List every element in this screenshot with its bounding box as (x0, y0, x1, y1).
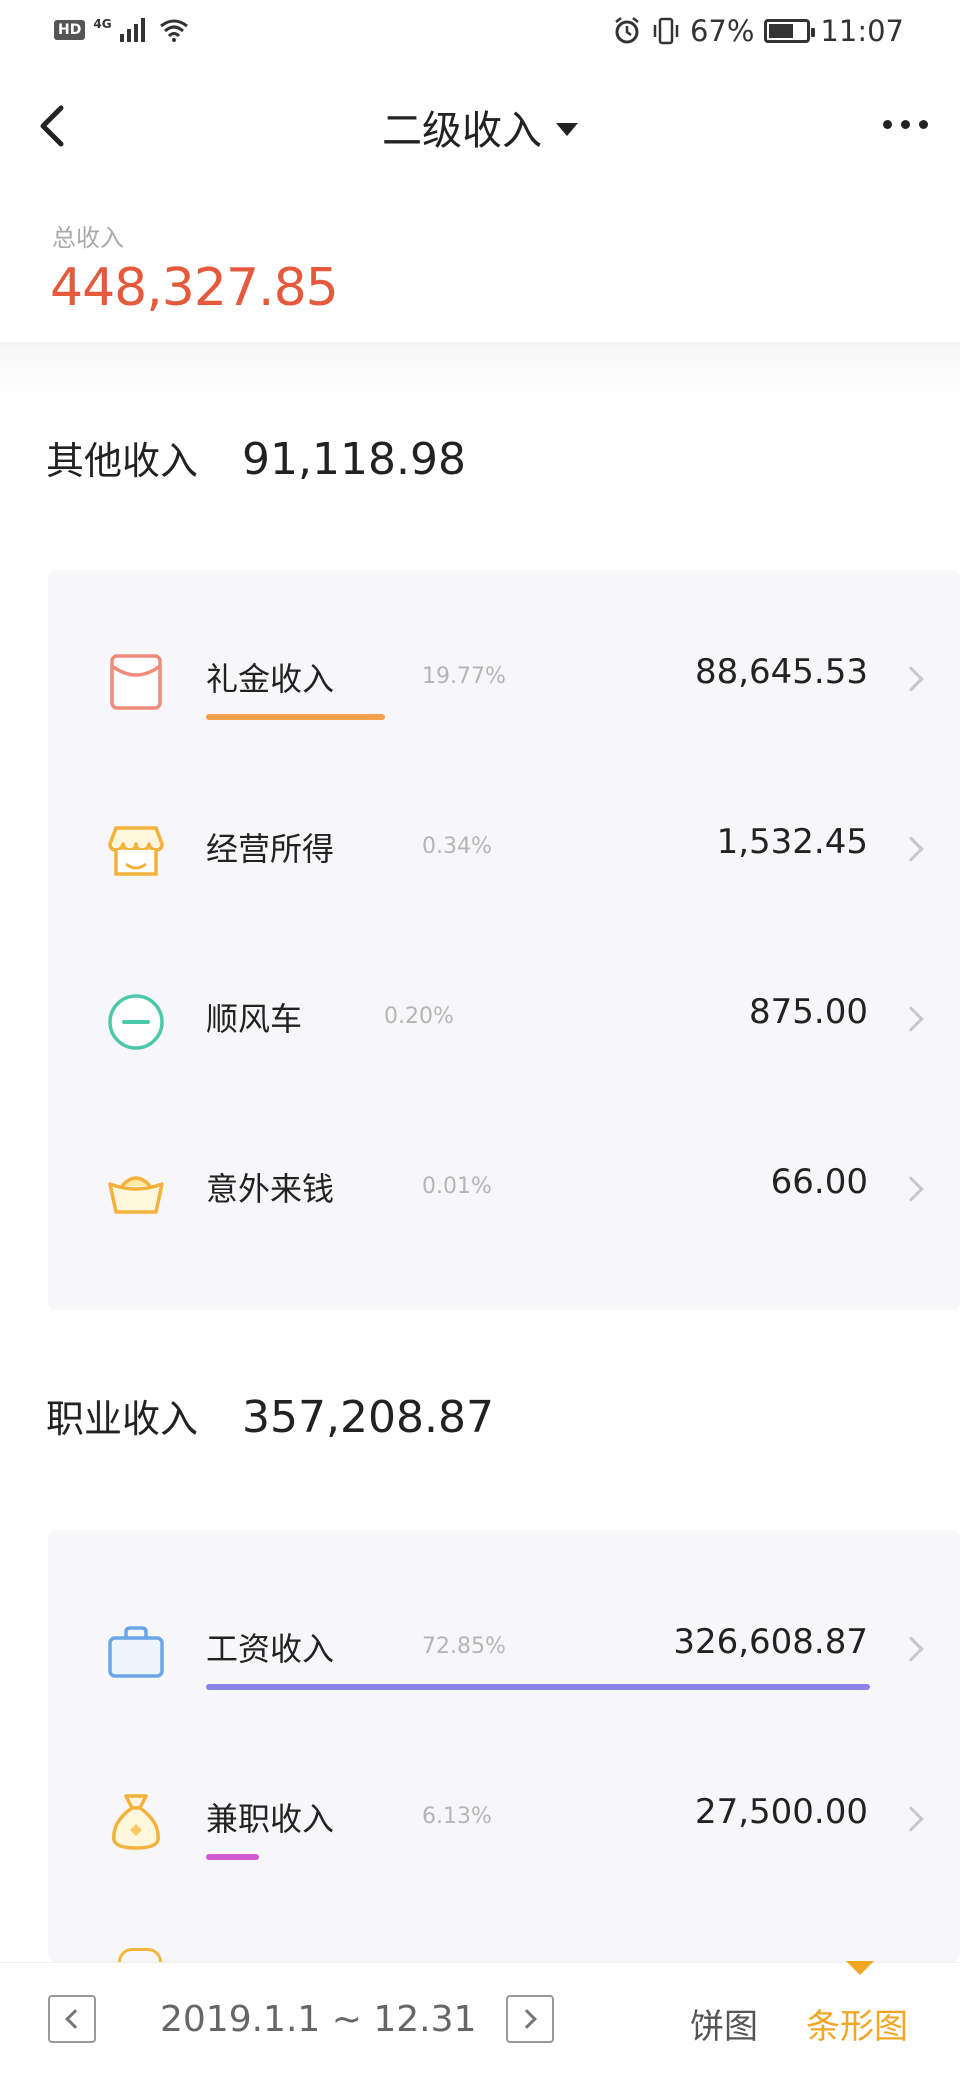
battery-percent: 67% (689, 14, 755, 48)
prev-period-button[interactable] (48, 1995, 96, 2043)
battery-icon (764, 19, 816, 43)
wifi-icon (159, 19, 188, 42)
title-dropdown[interactable]: 二级收入 (0, 98, 960, 156)
item-progress-bar (206, 1684, 870, 1690)
total-label: 总收入 (52, 224, 124, 252)
status-left: HD 4G (54, 17, 189, 42)
item-percent: 19.77% (422, 664, 506, 689)
list-item[interactable]: 意外来钱 0.01% 66.00 (48, 1140, 960, 1250)
list-item[interactable]: 工资收入 72.85% 326,608.87 (48, 1600, 960, 1710)
group-name: 职业收入 (46, 1397, 199, 1441)
dot-icon (883, 120, 892, 129)
category-card-career: 工资收入 72.85% 326,608.87 兼职收入 6.13% 27,500… (48, 1530, 960, 1962)
status-right: 67% 11:07 (612, 14, 904, 48)
item-percent: 0.20% (384, 1004, 454, 1029)
car-sharing-icon (108, 994, 164, 1050)
hd-badge: HD (54, 20, 86, 40)
money-bag-icon (112, 1794, 160, 1850)
item-name: 礼金收入 (206, 660, 335, 698)
date-range[interactable]: 2019.1.1 ~ 12.31 (160, 1999, 476, 2040)
item-name: 兼职收入 (206, 1800, 335, 1838)
item-name: 意外来钱 (206, 1170, 335, 1208)
network-type: 4G (93, 17, 112, 31)
active-tab-indicator (846, 1961, 874, 1975)
status-bar: HD 4G 67% 11:07 (0, 0, 960, 66)
pie-chart-tab[interactable]: 饼图 (690, 1999, 758, 2048)
item-percent: 72.85% (422, 1634, 506, 1659)
vibrate-icon (653, 17, 679, 45)
bottom-toolbar: 2019.1.1 ~ 12.31 饼图 条形图 (0, 1961, 960, 2080)
total-value: 448,327.85 (50, 258, 339, 318)
chevron-right-icon (898, 1176, 924, 1202)
dot-icon (919, 120, 928, 129)
group-name: 其他收入 (46, 439, 199, 483)
item-progress-bar (206, 1854, 260, 1860)
chevron-right-icon (517, 2009, 537, 2029)
group-total: 357,208.87 (242, 1392, 494, 1443)
item-percent: 0.34% (422, 834, 492, 859)
chevron-right-icon (898, 1636, 924, 1662)
chevron-right-icon (898, 1806, 924, 1832)
item-amount: 326,608.87 (673, 1622, 868, 1662)
shop-icon (108, 826, 164, 876)
next-period-button[interactable] (506, 1995, 554, 2043)
chevron-right-icon (898, 1006, 924, 1032)
item-amount: 88,645.53 (694, 652, 868, 692)
list-item[interactable]: 顺风车 0.20% 875.00 (48, 970, 960, 1080)
item-amount: 27,500.00 (694, 1792, 868, 1832)
item-amount: 66.00 (770, 1162, 868, 1202)
item-progress-bar (206, 714, 386, 720)
top-nav: 二级收入 (0, 70, 960, 185)
item-name: 经营所得 (206, 830, 335, 868)
group-header-other: 其他收入 91,118.98 (46, 430, 466, 485)
caret-down-icon (556, 122, 578, 136)
item-percent: 6.13% (422, 1804, 492, 1829)
bar-chart-tab[interactable]: 条形图 (806, 1999, 908, 2048)
item-name: 顺风车 (206, 1000, 303, 1038)
item-amount: 875.00 (749, 992, 868, 1032)
category-card-other: 礼金收入 19.77% 88,645.53 经营所得 0.34% 1,532.4… (48, 570, 960, 1310)
wallet-bag-icon (108, 1626, 164, 1678)
list-item[interactable]: 经营所得 0.34% 1,532.45 (48, 800, 960, 910)
item-amount: 1,532.45 (716, 822, 868, 862)
chevron-right-icon (898, 666, 924, 692)
battery-level (769, 24, 794, 38)
list-item[interactable]: 礼金收入 19.77% 88,645.53 (48, 630, 960, 740)
list-item[interactable]: 兼职收入 6.13% 27,500.00 (48, 1770, 960, 1880)
red-envelope-icon (110, 654, 162, 710)
clock: 11:07 (820, 14, 904, 48)
chevron-left-icon (65, 2009, 85, 2029)
alarm-icon (615, 17, 639, 44)
signal-icon (119, 18, 145, 42)
group-total: 91,118.98 (242, 434, 466, 485)
item-name: 工资收入 (206, 1630, 335, 1668)
group-header-career: 职业收入 357,208.87 (46, 1388, 494, 1443)
chevron-right-icon (898, 836, 924, 862)
partial-item-icon (118, 1948, 162, 1962)
more-options-button[interactable] (883, 120, 928, 129)
section-divider (0, 342, 960, 402)
gold-ingot-icon (108, 1176, 164, 1214)
dot-icon (901, 120, 910, 129)
page-title: 二级收入 (382, 108, 542, 154)
item-percent: 0.01% (422, 1174, 492, 1199)
